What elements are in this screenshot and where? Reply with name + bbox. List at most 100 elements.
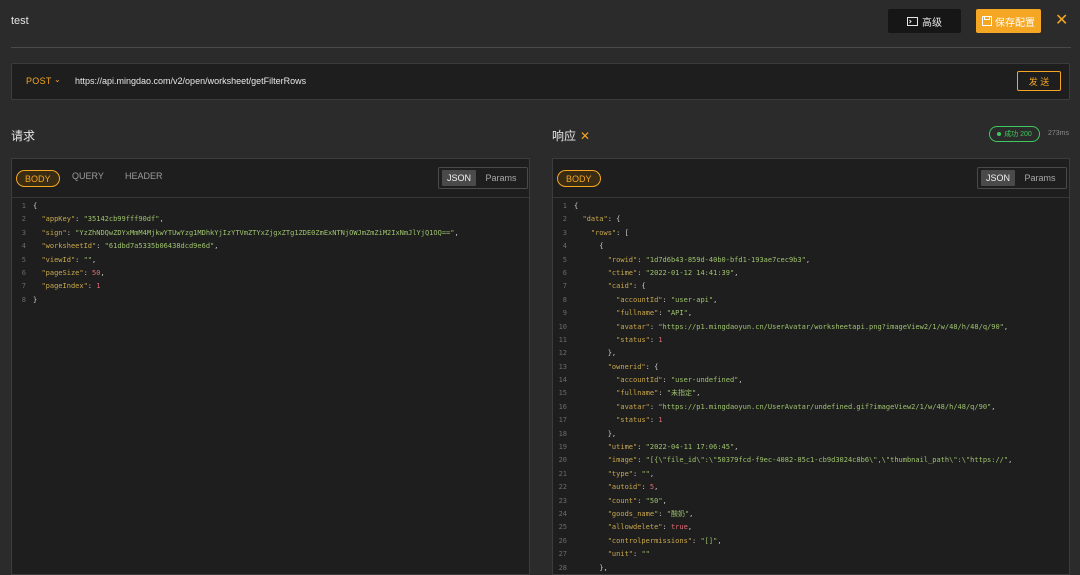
request-code-line: 2 "appKey": "35142cb99fff90df",	[12, 213, 529, 226]
line-number: 2	[21, 215, 26, 224]
request-panel: BODY QUERY HEADER JSON Params 1{2 "appKe…	[11, 158, 530, 575]
code-token: "pageSize"	[41, 268, 84, 277]
code-token: ,	[214, 242, 219, 251]
format-json[interactable]: JSON	[442, 170, 476, 186]
response-code-line: 18 },	[553, 428, 1069, 441]
line-number: 22	[558, 483, 567, 492]
code-token: "35142cb99fff90df"	[83, 215, 160, 224]
code-token: ,	[1003, 322, 1009, 331]
code-token: "https://p1.mingdaoyun.cn/UserAvatar/wor…	[658, 322, 1004, 331]
page-title: test	[11, 15, 29, 27]
tab-header[interactable]: HEADER	[125, 171, 163, 181]
close-icon[interactable]: ✕	[1055, 11, 1068, 31]
chevron-down-icon[interactable]: ⌄	[54, 75, 61, 84]
response-code-line: 19 "utime": "2022-04-11 17:06:45",	[553, 441, 1069, 454]
format-params[interactable]: Params	[476, 173, 526, 183]
line-number: 1	[21, 202, 26, 210]
code-token: "ctime"	[607, 268, 638, 277]
code-token: "61dbd7a5335b06438dcd9e6d"	[104, 242, 215, 251]
code-token: :	[658, 389, 667, 398]
response-code-line: 6 "ctime": "2022-01-12 14:41:39",	[553, 267, 1069, 280]
response-code-line: 25 "allowdelete": true,	[553, 521, 1069, 534]
tab-query[interactable]: QUERY	[72, 171, 104, 181]
terminal-icon	[907, 16, 918, 26]
response-label: 响应	[552, 129, 577, 143]
code-token: :	[66, 228, 76, 237]
code-token: "https://p1.mingdaoyun.cn/UserAvatar/und…	[658, 402, 992, 411]
line-number: 5	[562, 255, 567, 264]
code-token: },	[574, 563, 608, 572]
code-token: ,	[687, 523, 693, 532]
send-button[interactable]: 发 送	[1017, 71, 1061, 91]
line-number: 2	[562, 215, 567, 224]
line-number: 4	[21, 242, 26, 251]
url-input[interactable]: https://api.mingdao.com/v2/open/workshee…	[75, 76, 306, 86]
request-code-line: 8}	[12, 294, 529, 307]
code-token: "goods_name"	[607, 509, 659, 518]
line-number: 11	[558, 335, 567, 344]
save-config-button[interactable]: 保存配置	[976, 9, 1041, 33]
code-token: "avatar"	[616, 402, 650, 411]
response-code-viewer[interactable]: 1{2 "data": {3 "rows": [4 {5 "rowid": "1…	[553, 200, 1069, 574]
line-number: 6	[562, 268, 567, 277]
line-number: 24	[558, 509, 567, 518]
code-token: "rowid"	[607, 255, 638, 264]
request-code-editor[interactable]: 1{2 "appKey": "35142cb99fff90df", 3 "sign…	[12, 200, 529, 574]
tab-response-body[interactable]: BODY	[557, 170, 601, 187]
response-code-line: 3 "rows": [	[553, 227, 1069, 240]
response-close-icon[interactable]: ✕	[580, 129, 590, 143]
code-token: : [	[616, 228, 629, 237]
code-token: :	[83, 268, 93, 277]
status-text: 成功 200	[1004, 131, 1032, 138]
response-code-line: 26 "controlpermissions": "[]",	[553, 535, 1069, 548]
line-number: 27	[558, 550, 567, 559]
code-token: :	[75, 255, 84, 264]
code-token: "status"	[616, 416, 650, 425]
code-token: ,	[805, 255, 811, 264]
line-number: 1	[562, 202, 567, 210]
line-number: 23	[558, 496, 567, 505]
code-token: : {	[607, 215, 621, 224]
line-number: 25	[558, 523, 567, 532]
code-token: },	[574, 429, 617, 438]
code-token: "utime"	[607, 443, 638, 452]
code-token: },	[574, 349, 617, 358]
code-token: ,	[991, 402, 996, 411]
method-select[interactable]: POST	[26, 76, 52, 86]
code-token: ,	[1008, 456, 1013, 465]
response-format-params[interactable]: Params	[1015, 173, 1065, 183]
response-format-json[interactable]: JSON	[981, 170, 1015, 186]
code-token: :	[637, 255, 646, 264]
line-number: 21	[558, 469, 567, 478]
code-token: "pageIndex"	[41, 282, 88, 291]
response-code-line: 12 },	[553, 347, 1069, 360]
code-token: ,	[100, 268, 105, 277]
response-format-switch: JSON Params	[977, 167, 1067, 189]
code-token: ,	[689, 509, 694, 518]
response-panel: BODY JSON Params 1{2 "data": {3 "rows": …	[552, 158, 1070, 575]
line-number: 8	[562, 295, 567, 304]
response-code-line: 7 "caid": {	[553, 280, 1069, 293]
advanced-button[interactable]: 高级	[888, 9, 961, 33]
code-token: ""	[641, 469, 650, 478]
request-code-line: 7 "pageIndex": 1	[12, 280, 529, 293]
line-number: 6	[21, 268, 26, 277]
line-number: 7	[562, 282, 567, 291]
code-token: ,	[92, 255, 97, 264]
code-token: {	[574, 202, 579, 210]
response-code-line: 28 },	[553, 562, 1069, 574]
tab-body[interactable]: BODY	[16, 170, 60, 187]
response-code-line: 15 "fullname": "未指定",	[553, 387, 1069, 400]
request-section-label: 请求	[11, 129, 36, 143]
